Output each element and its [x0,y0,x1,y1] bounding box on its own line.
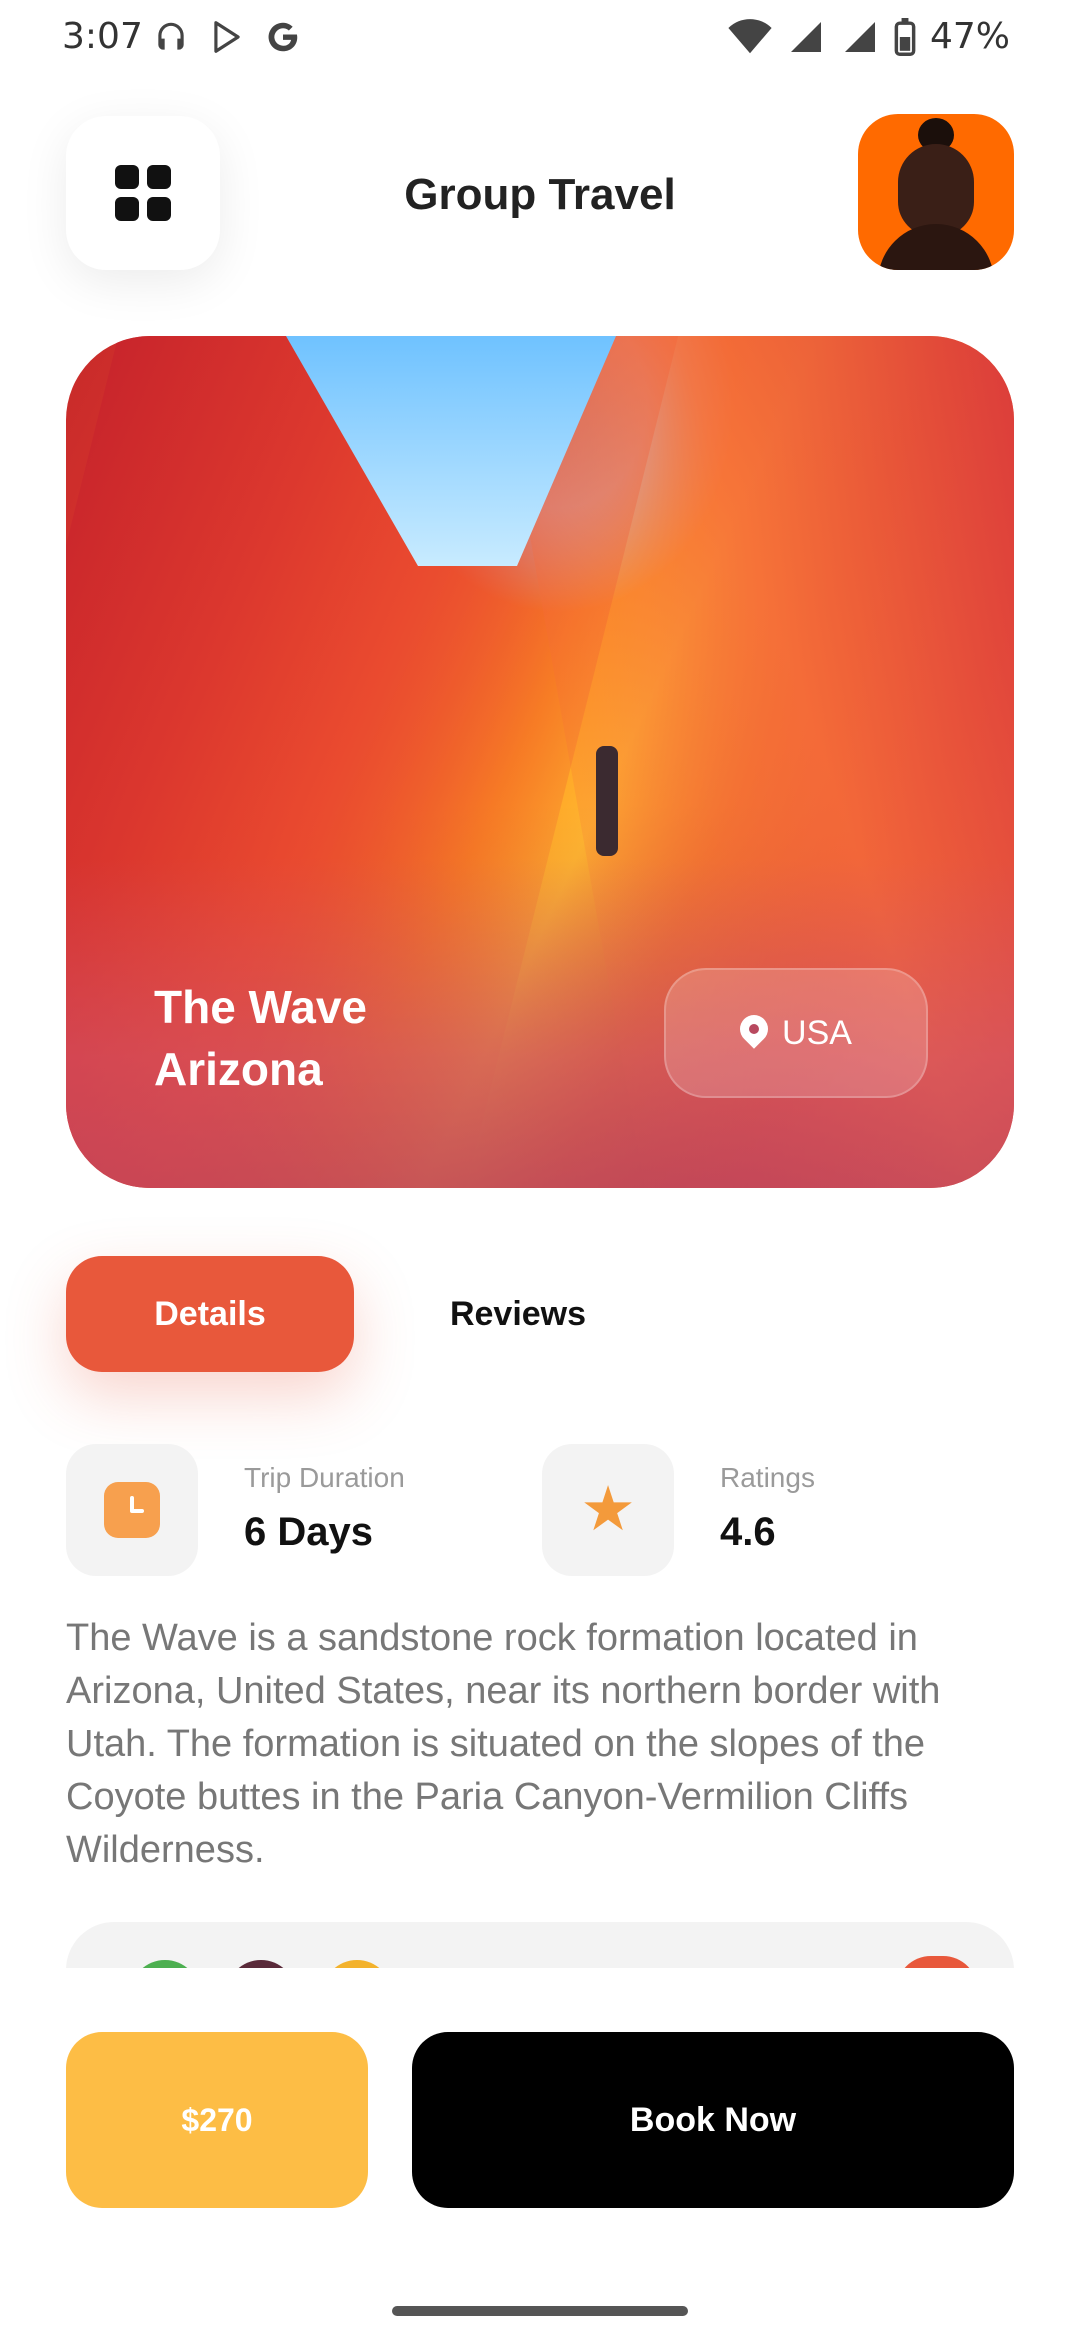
destination-title: The Wave Arizona [154,976,367,1100]
system-icons: 47% [728,16,1010,57]
location-pin-icon [740,1015,768,1051]
hero-image[interactable]: The Wave Arizona USA [66,336,1014,1188]
tab-details[interactable]: Details [66,1256,354,1372]
book-now-button[interactable]: Book Now [412,2032,1014,2208]
star-icon: ★ [580,1475,636,1544]
destination-name: The Wave [154,981,368,1033]
description-text: The Wave is a sandstone rock formation l… [66,1617,941,1871]
wifi-icon [728,18,772,53]
battery-icon [894,17,916,56]
duration-value: 6 Days [244,1510,373,1554]
destination-region: Arizona [154,1043,323,1095]
ratings-value: 4.6 [720,1510,776,1554]
signal-icon [790,21,821,52]
ratings-icon-box: ★ [542,1444,674,1576]
avatar[interactable] [858,114,1014,270]
play-store-icon [214,21,240,53]
battery-level: 47% [929,16,1010,57]
duration-icon-box [66,1444,198,1576]
home-indicator[interactable] [392,2306,688,2316]
headphones-icon [158,22,184,50]
tab-reviews[interactable]: Reviews [400,1256,636,1372]
signal-icon-2 [844,21,875,52]
status-time: 3:07 [62,16,143,57]
status-bar: 3:07 47% [0,0,1080,80]
notification-icons [152,18,302,56]
clock-icon [104,1482,160,1538]
duration-label: Trip Duration [244,1462,405,1493]
location-chip[interactable]: USA [664,968,928,1098]
google-icon [268,22,298,52]
location-label: USA [782,1013,852,1052]
hiker-figure [596,746,618,856]
price-button[interactable]: $270 [66,2032,368,2208]
ratings-label: Ratings [720,1462,815,1493]
